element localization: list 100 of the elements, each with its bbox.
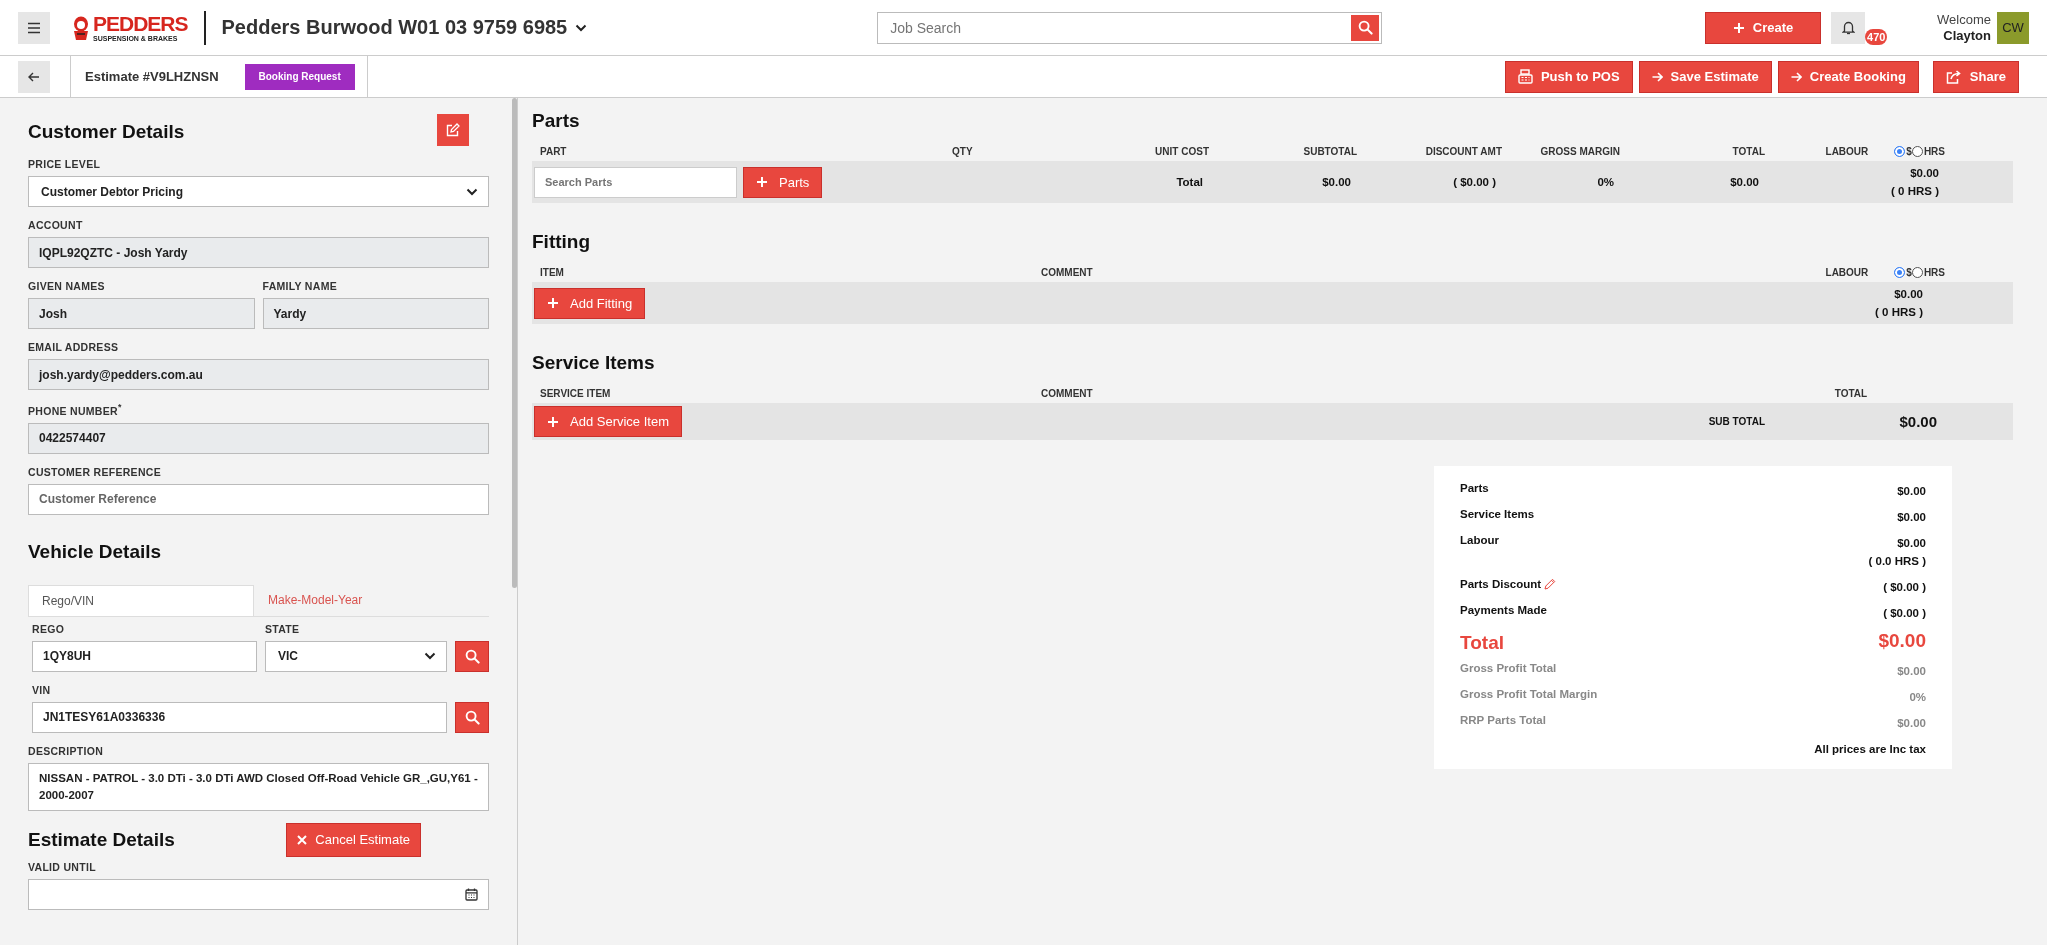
arrow-right-icon [1790, 71, 1802, 82]
search-icon [464, 709, 480, 725]
tab[interactable]: Make-Model-Year [254, 584, 377, 616]
action-button[interactable]: Push to POS [1504, 60, 1633, 93]
chevron-down-icon [424, 652, 436, 660]
summary-label: Parts Discount [1460, 578, 1557, 590]
summary-label: Parts [1460, 482, 1489, 494]
plus-icon [547, 297, 559, 309]
field-label: DESCRIPTION [28, 744, 105, 757]
summary-value: $0.00 [1878, 632, 1926, 650]
input-field[interactable]: IQPL92QZTC - Josh Yardy [28, 237, 489, 268]
column-header: LABOUR [1825, 146, 1869, 157]
field-label: STATE [265, 622, 301, 635]
plus-icon [756, 176, 768, 188]
edit-icon [446, 123, 460, 137]
text-area[interactable]: NISSAN - PATROL - 3.0 DTi - 3.0 DTi AWD Closed Off-Road Vehicle GR_,GU,Y61 - 2000-2007 [28, 762, 489, 811]
summary-value: $0.00 [1897, 536, 1926, 551]
field-label: PRICE LEVEL [28, 158, 102, 170]
column-header: GROSS MARGIN [1539, 146, 1620, 157]
search-button[interactable] [455, 640, 489, 672]
brand-logo-text: PEDDERS [93, 12, 188, 35]
select-field[interactable]: VIC [265, 640, 447, 672]
share-icon [1945, 69, 1962, 84]
column-header: DISCOUNT AMT [1424, 146, 1502, 157]
table-cell-text: $0.00 [1321, 176, 1351, 188]
column-header: COMMENT [1041, 388, 1094, 399]
close-icon [297, 834, 308, 845]
section-heading: Estimate Details [28, 828, 175, 851]
summary-label: Gross Profit Total Margin [1460, 688, 1598, 700]
summary-label: Payments Made [1460, 604, 1547, 616]
radio-button[interactable]: HRS [1911, 146, 1945, 157]
input-field[interactable]: 0422574407 [28, 422, 489, 454]
edit-button[interactable] [437, 114, 469, 146]
column-header: TOTAL [1731, 146, 1765, 157]
column-header: TOTAL [1833, 388, 1869, 399]
field-label: GIVEN NAMES [28, 280, 106, 292]
field-label: VALID UNTIL [28, 860, 97, 873]
field-label: CUSTOMER REFERENCE [28, 465, 162, 478]
scrollbar[interactable] [512, 98, 517, 588]
back-button[interactable] [18, 60, 50, 93]
table-cell-text: 0% [1596, 176, 1614, 188]
add-fitting-button[interactable]: Add Fitting [534, 287, 646, 319]
plus-icon [547, 415, 559, 428]
plus-icon [1732, 21, 1745, 34]
field-label: PHONE NUMBER$^{*}$ [28, 402, 123, 417]
table-cell-text: $0.00 [1729, 176, 1759, 188]
subtotal-label: SUB TOTAL [1707, 416, 1765, 427]
tax-note: All prices are Inc tax [1813, 743, 1926, 755]
create-button[interactable]: Create [1705, 11, 1822, 44]
input-field[interactable]: Josh [28, 298, 255, 329]
chevron-down-icon [466, 187, 478, 196]
user-avatar[interactable]: CW [1997, 11, 2029, 44]
input-field[interactable]: 1QY8UH [32, 640, 257, 672]
action-button[interactable]: Save Estimate [1638, 60, 1772, 93]
user-name: Clayton [1943, 27, 1991, 43]
input-field[interactable]: josh.yardy@pedders.com.au [28, 359, 489, 390]
total-label: Total [1175, 176, 1203, 188]
column-header: PART [540, 146, 568, 157]
summary-label: RRP Parts Total [1460, 714, 1546, 726]
back-arrow-icon [28, 71, 40, 82]
summary-label: Labour [1460, 534, 1499, 546]
add-service-item-button[interactable]: Add Service Item [534, 406, 682, 437]
search-icon [464, 648, 480, 664]
tab[interactable]: Rego/VIN [28, 584, 254, 616]
subtotal-value: $0.00 [1898, 413, 1937, 430]
column-header: UNIT COST [1154, 146, 1209, 157]
input-field[interactable]: Customer Reference [28, 483, 489, 515]
cancel-button[interactable]: Cancel Estimate [286, 822, 421, 857]
add-parts-button[interactable]: Parts [743, 166, 823, 198]
summary-value: ( $0.00 ) [1883, 606, 1926, 621]
arrow-right-icon [1651, 71, 1663, 82]
field-label: ACCOUNT [28, 219, 84, 231]
search-button[interactable] [455, 701, 489, 733]
notifications-button[interactable] [1831, 11, 1866, 44]
section-heading: Fitting [532, 231, 591, 253]
select-field[interactable]: Customer Debtor Pricing [28, 176, 489, 207]
calendar-icon [465, 887, 478, 901]
column-header: ITEM [540, 267, 565, 278]
store-selector[interactable]: Pedders Burwood W01 03 9759 6985 [221, 16, 588, 39]
search-field[interactable]: Job Search [877, 11, 1383, 44]
menu-button[interactable] [18, 11, 50, 44]
pencil-icon [1544, 578, 1557, 590]
search-field[interactable]: Search Parts [534, 166, 737, 198]
section-heading: Vehicle Details [28, 540, 162, 563]
input-field[interactable]: Yardy [262, 298, 489, 329]
welcome-text: Welcome [1937, 11, 1991, 28]
section-heading: Parts [532, 110, 580, 132]
radio-button[interactable]: HRS [1911, 267, 1945, 278]
action-button[interactable]: Share [1932, 60, 2019, 93]
table-cell-text: ( $0.00 ) [1452, 176, 1496, 188]
column-header: QTY [952, 146, 974, 157]
chevron-down-icon [575, 23, 588, 32]
date-field[interactable] [28, 878, 489, 910]
summary-value: 0% [1909, 690, 1926, 705]
search-button[interactable] [1351, 14, 1380, 41]
summary-value: $0.00 [1897, 484, 1926, 499]
input-field[interactable]: JN1TESY61A0336336 [32, 701, 447, 733]
table-cell-text: $0.00 [1894, 287, 1923, 302]
action-button[interactable]: Create Booking [1777, 60, 1919, 93]
field-label: FAMILY NAME [262, 280, 338, 292]
